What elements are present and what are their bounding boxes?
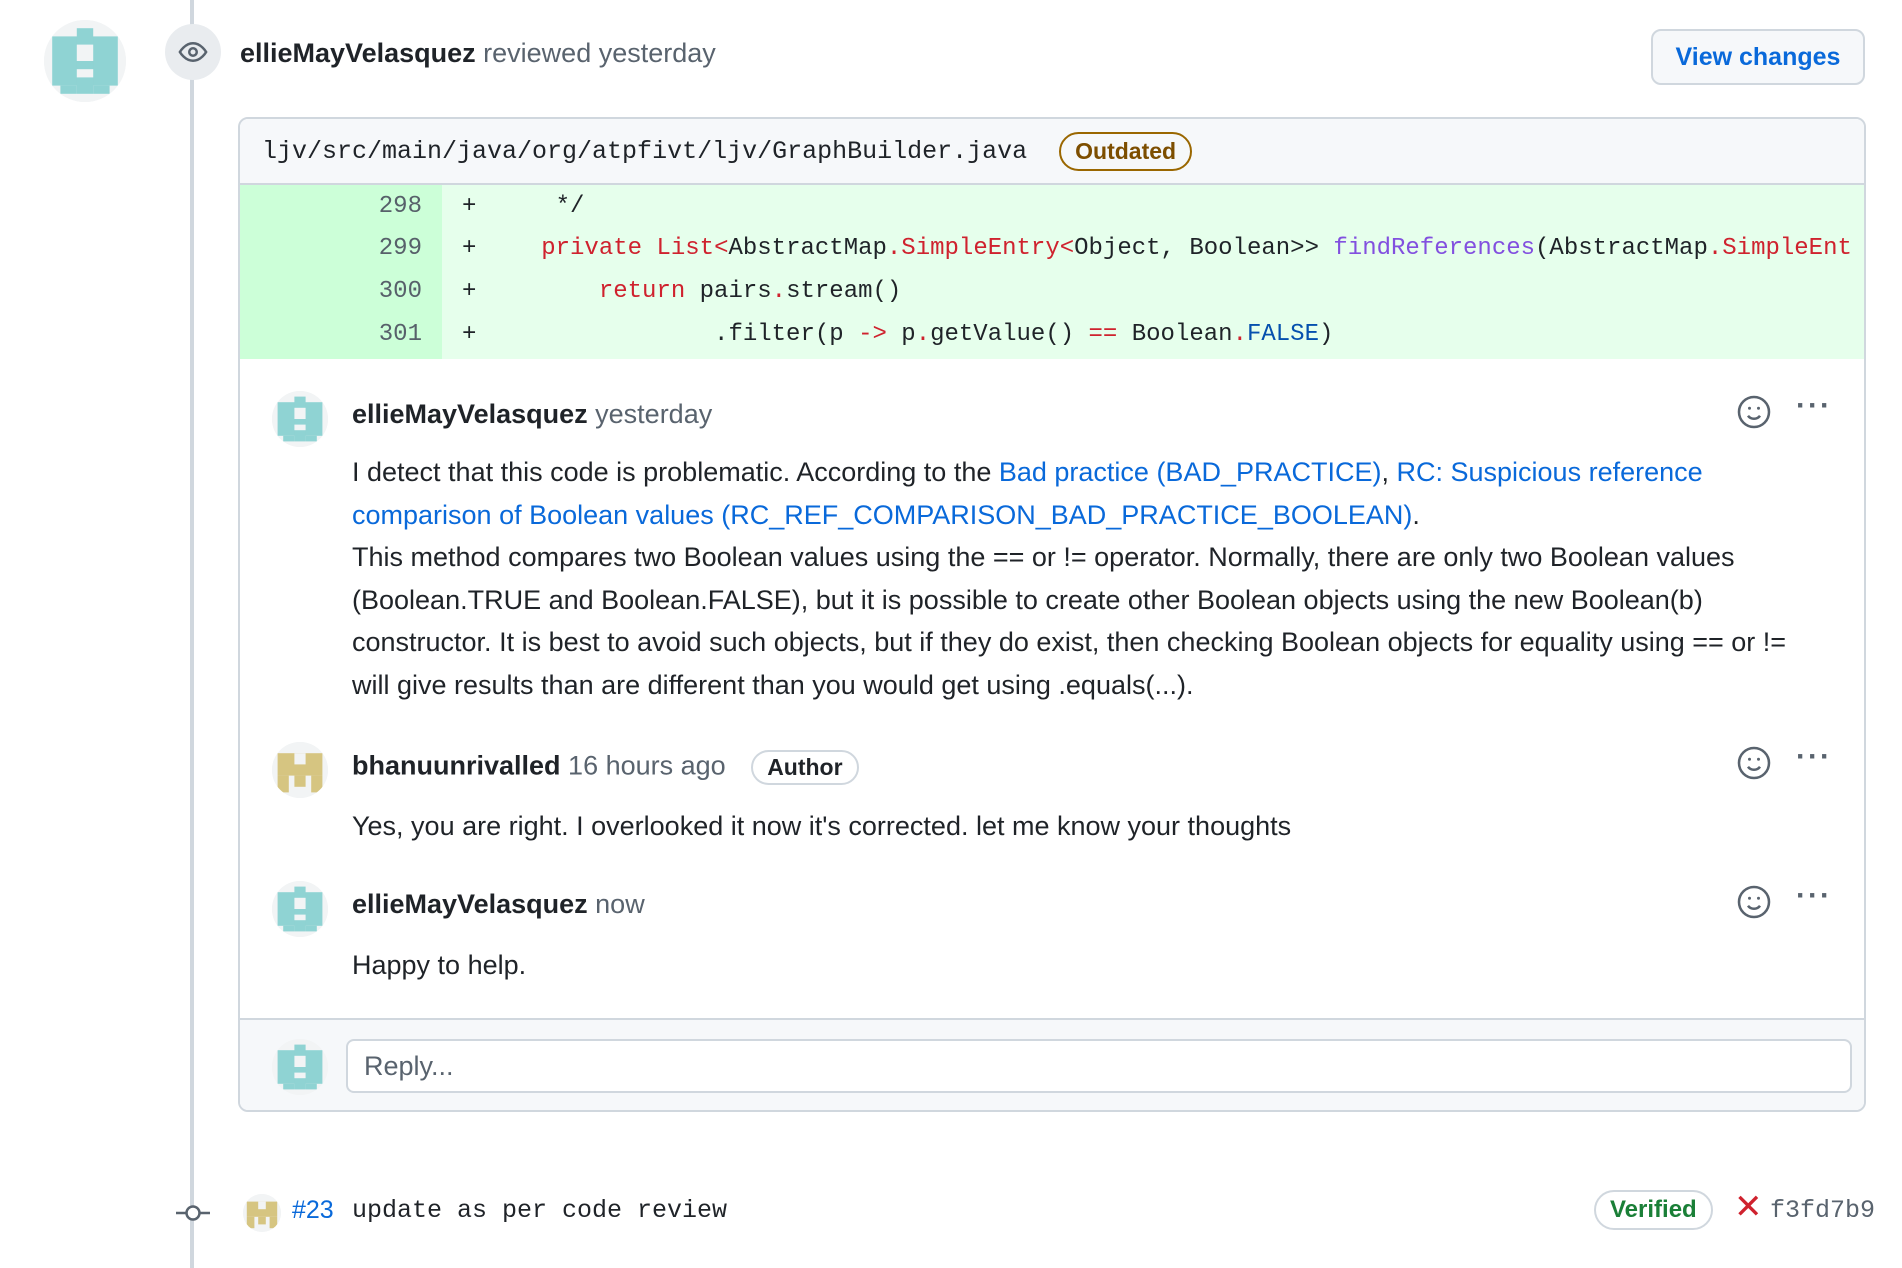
- review-thread: ljv/src/main/java/org/atpfivt/ljv/GraphB…: [238, 117, 1866, 1112]
- kebab-horizontal-icon[interactable]: ···: [1796, 879, 1832, 913]
- comment-header: ellieMayVelasquez now: [352, 889, 645, 920]
- diff-sign: +: [462, 320, 477, 348]
- timeline-line: [190, 0, 194, 1268]
- code-line: return pairs.stream(): [598, 277, 902, 305]
- review-action: reviewed: [483, 38, 592, 68]
- comment-time[interactable]: 16 hours ago: [568, 751, 726, 781]
- comment-header: ellieMayVelasquez yesterday: [352, 399, 712, 430]
- git-commit-icon: [176, 1200, 210, 1226]
- code-line: .filter(p -> p.getValue() == Boolean.FAL…: [498, 320, 1334, 348]
- review-header: ellieMayVelasquez reviewed yesterday: [240, 38, 716, 69]
- file-header: ljv/src/main/java/org/atpfivt/ljv/GraphB…: [240, 119, 1864, 185]
- commit-row: #23 update as per code review Verified ✕…: [0, 1188, 1902, 1238]
- diff-line: 300 + return pairs.stream(): [240, 270, 1864, 312]
- line-number[interactable]: 300: [240, 278, 422, 305]
- current-user-avatar[interactable]: [272, 1039, 328, 1095]
- smiley-icon[interactable]: [1736, 884, 1772, 920]
- diff-line: 299 + private List<AbstractMap.SimpleEnt…: [240, 227, 1864, 269]
- diff-sign: +: [462, 192, 477, 220]
- comment-body: Happy to help.: [352, 950, 527, 980]
- outdated-badge: Outdated: [1059, 131, 1193, 171]
- comment-text: This method compares two Boolean values …: [352, 542, 1787, 700]
- verified-badge[interactable]: Verified: [1594, 1190, 1713, 1230]
- code-line: */: [498, 192, 585, 220]
- smiley-icon[interactable]: [1736, 394, 1772, 430]
- diff-line: 298 + */: [240, 185, 1864, 227]
- comment-time[interactable]: now: [595, 889, 645, 919]
- commenter-avatar[interactable]: [272, 391, 328, 447]
- link-separator: ,: [1381, 457, 1397, 487]
- diff-sign: +: [462, 277, 477, 305]
- comment-header: bhanuunrivalled 16 hours ago Author: [352, 750, 859, 785]
- comment-body: I detect that this code is problematic. …: [352, 451, 1812, 706]
- eye-icon: [165, 24, 221, 80]
- comment-author[interactable]: ellieMayVelasquez: [352, 889, 588, 919]
- reply-bar: Reply...: [240, 1018, 1864, 1110]
- code-line: private List<AbstractMap.SimpleEntry<Obj…: [541, 234, 1852, 262]
- commit-message[interactable]: update as per code review: [352, 1196, 727, 1225]
- comment-body: Yes, you are right. I overlooked it now …: [352, 811, 1292, 841]
- reply-input[interactable]: Reply...: [346, 1039, 1852, 1093]
- file-path[interactable]: ljv/src/main/java/org/atpfivt/ljv/GraphB…: [262, 137, 1027, 166]
- comment-author[interactable]: bhanuunrivalled: [352, 751, 561, 781]
- commenter-avatar[interactable]: [272, 742, 328, 798]
- view-changes-button[interactable]: View changes: [1651, 29, 1865, 85]
- commit-issue-link[interactable]: #23: [292, 1196, 334, 1225]
- comment-intro: I detect that this code is problematic. …: [352, 457, 999, 487]
- kebab-horizontal-icon[interactable]: ···: [1796, 740, 1832, 774]
- smiley-icon[interactable]: [1736, 745, 1772, 781]
- commit-author-avatar[interactable]: [243, 1194, 281, 1232]
- author-badge: Author: [751, 750, 859, 785]
- line-number[interactable]: 298: [240, 193, 422, 220]
- diff-line: 301 + .filter(p -> p.getValue() == Boole…: [240, 313, 1864, 355]
- commit-sha[interactable]: f3fd7b9: [1770, 1196, 1875, 1225]
- reviewer-avatar[interactable]: [44, 20, 126, 102]
- diff-hunk: 298 + */ 299 + private List<AbstractMap.…: [240, 185, 1864, 359]
- kebab-horizontal-icon[interactable]: ···: [1796, 389, 1832, 423]
- commenter-avatar[interactable]: [272, 881, 328, 937]
- comment-author[interactable]: ellieMayVelasquez: [352, 399, 588, 429]
- diff-sign: +: [462, 234, 477, 262]
- review-author[interactable]: ellieMayVelasquez: [240, 38, 476, 68]
- line-number[interactable]: 301: [240, 321, 422, 348]
- x-icon[interactable]: ✕: [1734, 1190, 1763, 1224]
- review-time[interactable]: yesterday: [599, 38, 716, 68]
- bad-practice-link[interactable]: Bad practice (BAD_PRACTICE): [999, 457, 1382, 487]
- line-number[interactable]: 299: [240, 235, 422, 262]
- sentence-end: .: [1412, 499, 1420, 530]
- comment-time[interactable]: yesterday: [595, 399, 712, 429]
